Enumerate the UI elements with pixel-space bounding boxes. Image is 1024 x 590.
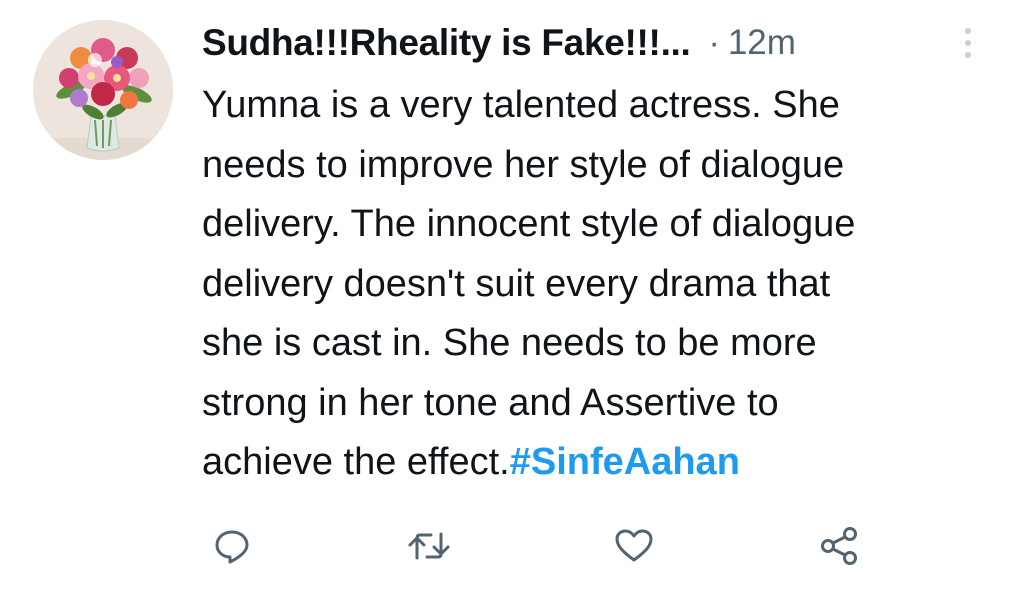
tweet-text-line: needs to improve her style of dialogue xyxy=(202,143,845,186)
share-button[interactable] xyxy=(815,522,863,570)
timestamp[interactable]: 12m xyxy=(728,23,796,63)
reply-button[interactable] xyxy=(208,522,256,570)
heart-icon xyxy=(615,529,653,562)
share-icon xyxy=(821,527,857,565)
hashtag-link[interactable]: #SinfeAahan xyxy=(510,441,740,483)
avatar[interactable] xyxy=(33,20,173,160)
header-separator: · xyxy=(708,23,720,62)
tweet-text: Yumna is a very talented actress. She ne… xyxy=(202,76,1002,493)
tweet-header: Sudha!!!Rheality is Fake!!!... · 12m xyxy=(202,18,796,68)
tweet-card[interactable]: Sudha!!!Rheality is Fake!!!... · 12m Yum… xyxy=(0,0,1024,590)
retweet-button[interactable] xyxy=(405,522,453,570)
tweet-text-line: strong in her tone and Assertive to xyxy=(202,381,779,424)
reply-icon xyxy=(215,530,249,564)
tweet-text-line: Yumna is a very talented actress. She xyxy=(202,84,840,126)
tweet-text-line: delivery. The innocent style of dialogue xyxy=(202,203,856,245)
retweet-icon xyxy=(408,532,450,560)
tweet-text-last-line: achieve the effect.#SinfeAahan xyxy=(202,433,1002,493)
tweet-text-line: delivery doesn't suit every drama that xyxy=(202,262,831,305)
more-vertical-icon[interactable] xyxy=(958,24,978,64)
tweet-text-line: she is cast in. She needs to be more xyxy=(202,322,817,364)
like-button[interactable] xyxy=(610,522,658,570)
flower-bouquet-icon xyxy=(33,20,173,160)
display-name[interactable]: Sudha!!!Rheality is Fake!!!... xyxy=(202,22,691,64)
tweet-text-line: achieve the effect. xyxy=(202,441,510,483)
